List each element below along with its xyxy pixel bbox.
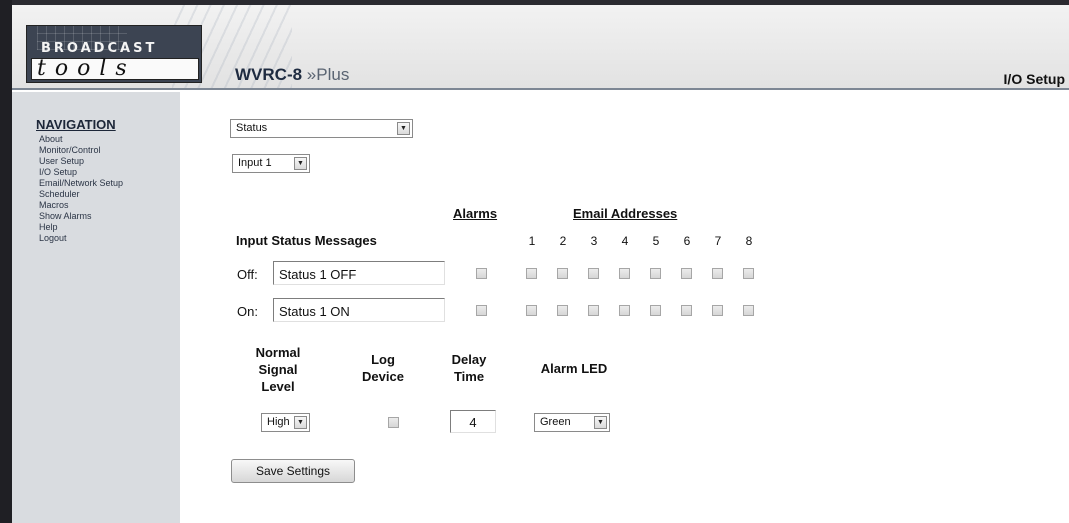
sidebar: NAVIGATION About Monitor/Control User Se…: [12, 92, 180, 523]
off-email-8-checkbox[interactable]: [743, 268, 754, 279]
alarms-heading: Alarms: [453, 206, 498, 221]
product-name: WVRC-8: [235, 65, 303, 84]
save-settings-button[interactable]: Save Settings: [231, 459, 355, 483]
nav-item-about[interactable]: About: [39, 134, 123, 145]
delay-time-heading: Delay Time: [439, 351, 499, 385]
off-alarm-checkbox[interactable]: [476, 268, 487, 279]
on-email-2-checkbox[interactable]: [557, 305, 568, 316]
nav-item-help[interactable]: Help: [39, 222, 123, 233]
off-email-7-checkbox[interactable]: [712, 268, 723, 279]
email-column-6: 6: [683, 234, 691, 248]
off-email-4-checkbox[interactable]: [619, 268, 630, 279]
signal-level-value: High: [267, 416, 290, 428]
off-message-input[interactable]: Status 1 OFF: [273, 261, 445, 285]
signal-heading-line-2: Signal: [258, 362, 298, 377]
product-title: WVRC-8 »Plus: [235, 65, 349, 85]
signal-heading-line-3: Level: [261, 379, 295, 394]
on-alarm-checkbox[interactable]: [476, 305, 487, 316]
email-column-8: 8: [745, 234, 753, 248]
nav-item-logout[interactable]: Logout: [39, 233, 123, 244]
signal-heading-line-1: Normal: [255, 345, 301, 360]
email-column-3: 3: [590, 234, 598, 248]
nav-item-email-network-setup[interactable]: Email/Network Setup: [39, 178, 123, 189]
on-email-8-checkbox[interactable]: [743, 305, 754, 316]
chevron-down-icon: ▼: [294, 157, 307, 170]
on-email-4-checkbox[interactable]: [619, 305, 630, 316]
logo-top-text: BROADCAST: [41, 41, 158, 56]
io-type-select[interactable]: Status ▼: [230, 119, 413, 138]
io-type-value: Status: [236, 122, 268, 134]
off-email-2-checkbox[interactable]: [557, 268, 568, 279]
email-column-1: 1: [528, 234, 536, 248]
chevron-down-icon: ▼: [294, 416, 307, 429]
email-column-4: 4: [621, 234, 629, 248]
on-email-7-checkbox[interactable]: [712, 305, 723, 316]
email-column-5: 5: [652, 234, 660, 248]
nav-item-monitor-control[interactable]: Monitor/Control: [39, 145, 123, 156]
off-email-1-checkbox[interactable]: [526, 268, 537, 279]
alarm-led-heading: Alarm LED: [540, 361, 608, 376]
input-select[interactable]: Input 1 ▼: [232, 154, 310, 173]
nav-item-io-setup[interactable]: I/O Setup: [39, 167, 123, 178]
log-device-heading: Log Device: [348, 351, 418, 385]
on-email-6-checkbox[interactable]: [681, 305, 692, 316]
email-addresses-heading: Email Addresses: [573, 206, 678, 221]
nav-item-show-alarms[interactable]: Show Alarms: [39, 211, 123, 222]
on-label: On:: [237, 304, 258, 319]
on-email-1-checkbox[interactable]: [526, 305, 537, 316]
nav-item-scheduler[interactable]: Scheduler: [39, 189, 123, 200]
nav-heading: NAVIGATION: [36, 117, 116, 132]
normal-signal-level-heading: Normal Signal Level: [238, 344, 318, 395]
log-device-checkbox[interactable]: [388, 417, 399, 428]
on-email-3-checkbox[interactable]: [588, 305, 599, 316]
delay-heading-line-1: Delay: [451, 352, 487, 367]
off-email-5-checkbox[interactable]: [650, 268, 661, 279]
page-header: BROADCAST tools WVRC-8 »Plus I/O Setup: [12, 5, 1069, 90]
email-column-2: 2: [559, 234, 567, 248]
on-message-input[interactable]: Status 1 ON: [273, 298, 445, 322]
nav-item-macros[interactable]: Macros: [39, 200, 123, 211]
on-email-5-checkbox[interactable]: [650, 305, 661, 316]
off-label: Off:: [237, 267, 258, 282]
delay-heading-line-2: Time: [453, 369, 485, 384]
logo-bottom-text: tools: [37, 56, 136, 81]
normal-signal-level-select[interactable]: High ▼: [261, 413, 310, 432]
log-heading-line-2: Device: [362, 369, 404, 384]
broadcast-tools-logo: BROADCAST tools: [26, 25, 202, 83]
alarm-led-value: Green: [540, 416, 571, 428]
page-heading: I/O Setup: [1003, 71, 1065, 87]
off-email-3-checkbox[interactable]: [588, 268, 599, 279]
log-heading-line-1: Log: [371, 352, 395, 367]
email-column-7: 7: [714, 234, 722, 248]
chevron-down-icon: ▼: [594, 416, 607, 429]
chevron-down-icon: ▼: [397, 122, 410, 135]
product-suffix: »Plus: [306, 65, 350, 84]
off-email-6-checkbox[interactable]: [681, 268, 692, 279]
input-select-value: Input 1: [238, 157, 272, 169]
alarm-led-select[interactable]: Green ▼: [534, 413, 610, 432]
window-left-frame: [0, 0, 12, 523]
delay-time-input[interactable]: 4: [450, 410, 496, 433]
nav-list: About Monitor/Control User Setup I/O Set…: [39, 134, 123, 244]
main-content: Status ▼ Input 1 ▼ Alarms Email Addresse…: [180, 92, 1069, 523]
input-status-messages-heading: Input Status Messages: [236, 233, 377, 248]
nav-item-user-setup[interactable]: User Setup: [39, 156, 123, 167]
